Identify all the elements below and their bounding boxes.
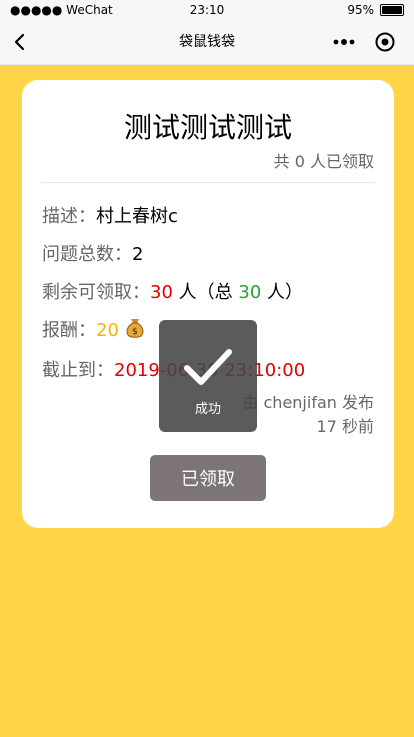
question-count-label: 问题总数：	[42, 244, 132, 265]
question-count-row: 问题总数：2	[42, 240, 143, 266]
divider	[42, 182, 374, 183]
remaining-value: 30	[150, 282, 173, 303]
description-value: 村上春树c	[96, 206, 178, 227]
more-icon[interactable]	[332, 32, 356, 52]
nav-bar: 袋鼠钱袋	[0, 20, 414, 65]
task-card: 测试测试测试 共 0 人已领取 描述：村上春树c 问题总数：2 剩余可领取：30…	[22, 80, 394, 528]
publisher-text: 由 chenjifan 发布	[242, 393, 374, 412]
remaining-row: 剩余可领取：30 人（总 30 人）	[42, 278, 303, 304]
total-unit: 人）	[267, 282, 304, 303]
remaining-unit: 人（总	[178, 282, 233, 303]
toast-text: 成功	[194, 402, 221, 417]
description-row: 描述：村上春树c	[42, 202, 178, 228]
time-ago: 17 秒前	[316, 417, 374, 436]
battery-percent: 95%	[347, 3, 374, 17]
total-value: 30	[238, 282, 262, 303]
battery-icon	[380, 4, 404, 16]
status-bar: ●●●●● WeChat 23:10 95%	[0, 0, 414, 20]
battery-status: 95%	[347, 3, 404, 17]
checkmark-icon	[181, 346, 235, 390]
reward-value: 20	[96, 320, 119, 341]
remaining-label: 剩余可领取：	[42, 282, 150, 303]
close-miniprogram-icon[interactable]	[374, 31, 396, 53]
back-icon[interactable]	[6, 27, 36, 57]
reward-label: 报酬：	[42, 320, 96, 341]
task-title: 测试测试测试	[123, 111, 292, 144]
claimed-count: 共 0 人已领取	[273, 152, 374, 171]
description-label: 描述：	[42, 206, 96, 227]
claimed-button[interactable]: 已领取	[150, 455, 266, 501]
money-bag-icon: $	[125, 317, 145, 344]
reward-row: 报酬：20 $	[42, 316, 145, 344]
success-toast: 成功	[159, 320, 257, 432]
deadline-label: 截止到：	[42, 360, 114, 381]
question-count-value: 2	[132, 244, 144, 265]
svg-text:$: $	[132, 327, 138, 337]
